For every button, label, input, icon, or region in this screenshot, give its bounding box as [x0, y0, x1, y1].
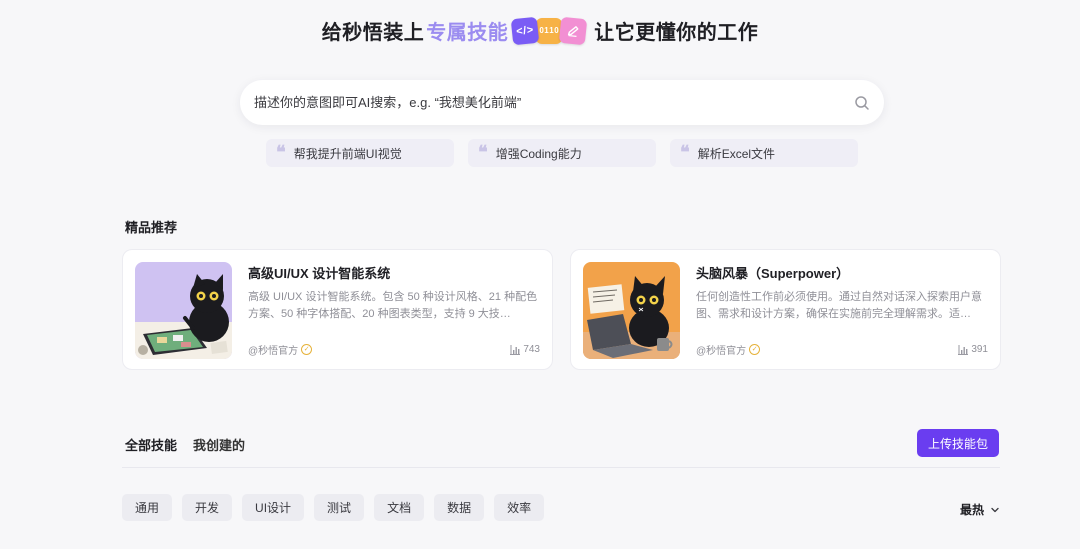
binary-icon: 01 10	[536, 17, 563, 44]
suggestion-chip-coding[interactable]: ❝ 增强Coding能力	[468, 139, 656, 167]
bar-chart-icon	[958, 344, 969, 355]
title-badges: </> 01 10	[510, 16, 588, 45]
skill-tabs: 全部技能 我创建的	[125, 435, 245, 454]
card-description: 任何创造性工作前必须使用。通过自然对话深入探索用户意图、需求和设计方案，确保在实…	[696, 291, 982, 320]
title-suffix: 让它更懂你的工作	[594, 22, 759, 44]
card-body: 头脑风暴（Superpower） 任何创造性工作前必须使用。通过自然对话深入探索…	[696, 262, 988, 357]
filter-docs[interactable]: 文档	[374, 494, 425, 521]
card-description: 高级 UI/UX 设计智能系统。包含 50 种设计风格、21 种配色方案、50 …	[248, 291, 538, 320]
card-thumbnail	[583, 262, 680, 359]
suggestion-chip-ui[interactable]: ❝ 帮我提升前端UI视觉	[266, 139, 454, 167]
chevron-down-icon	[991, 507, 999, 512]
upload-skill-pack-button[interactable]: 上传技能包	[917, 429, 999, 457]
code-icon: </>	[510, 16, 540, 45]
pen-icon	[558, 16, 588, 45]
card-author: @秒悟官方 ✓	[696, 342, 761, 357]
divider	[122, 467, 1000, 468]
card-meta: @秒悟官方 ✓ 391	[696, 342, 988, 357]
card-meta: @秒悟官方 ✓ 743	[248, 342, 540, 357]
views-count: 391	[971, 344, 988, 355]
quote-icon: ❝	[276, 142, 286, 163]
tab-my-created[interactable]: 我创建的	[193, 435, 245, 454]
suggestion-label: 解析Excel文件	[697, 146, 776, 161]
featured-card-uiux[interactable]: 高级UI/UX 设计智能系统 高级 UI/UX 设计智能系统。包含 50 种设计…	[122, 249, 553, 370]
filter-efficiency[interactable]: 效率	[494, 494, 545, 521]
suggestion-label: 帮我提升前端UI视觉	[293, 146, 402, 161]
bar-chart-icon	[510, 344, 521, 355]
title-accent: 专属技能	[426, 22, 509, 44]
search-icon[interactable]	[854, 95, 870, 111]
verified-icon: ✓	[749, 344, 761, 355]
binary-line-2: 10	[549, 25, 560, 35]
tab-all-skills[interactable]: 全部技能	[125, 435, 177, 454]
card-thumbnail	[135, 262, 232, 359]
search-bar	[240, 80, 884, 125]
featured-section-title: 精品推荐	[125, 220, 178, 235]
search-input[interactable]	[254, 95, 854, 110]
card-author: @秒悟官方 ✓	[248, 342, 313, 357]
filter-data[interactable]: 数据	[434, 494, 485, 521]
card-body: 高级UI/UX 设计智能系统 高级 UI/UX 设计智能系统。包含 50 种设计…	[248, 262, 540, 357]
page-title: 给秒悟装上 专属技能 </> 01 10 让它更懂你的工作	[0, 16, 1080, 45]
author-name: @秒悟官方	[248, 346, 299, 357]
quote-icon: ❝	[680, 142, 690, 163]
suggestion-label: 增强Coding能力	[495, 146, 582, 161]
author-name: @秒悟官方	[696, 346, 747, 357]
binary-line-1: 01	[539, 25, 550, 35]
card-views: 391	[958, 344, 988, 355]
filter-development[interactable]: 开发	[182, 494, 233, 521]
filter-ui-design[interactable]: UI设计	[242, 494, 305, 521]
category-filters: 通用 开发 UI设计 测试 文档 数据 效率	[122, 494, 545, 521]
suggestion-chips: ❝ 帮我提升前端UI视觉 ❝ 增强Coding能力 ❝ 解析Excel文件	[266, 139, 858, 167]
filter-general[interactable]: 通用	[122, 494, 173, 521]
suggestion-chip-excel[interactable]: ❝ 解析Excel文件	[670, 139, 858, 167]
quote-icon: ❝	[478, 142, 488, 163]
filter-testing[interactable]: 测试	[314, 494, 365, 521]
card-title: 头脑风暴（Superpower）	[696, 266, 850, 281]
card-title: 高级UI/UX 设计智能系统	[248, 266, 391, 281]
verified-icon: ✓	[301, 344, 313, 355]
card-views: 743	[510, 344, 540, 355]
sort-label: 最热	[960, 503, 985, 517]
featured-card-brainstorm[interactable]: 头脑风暴（Superpower） 任何创造性工作前必须使用。通过自然对话深入探索…	[570, 249, 1001, 370]
views-count: 743	[523, 344, 540, 355]
title-prefix: 给秒悟装上	[321, 22, 425, 44]
sort-dropdown[interactable]: 最热	[960, 501, 1000, 518]
